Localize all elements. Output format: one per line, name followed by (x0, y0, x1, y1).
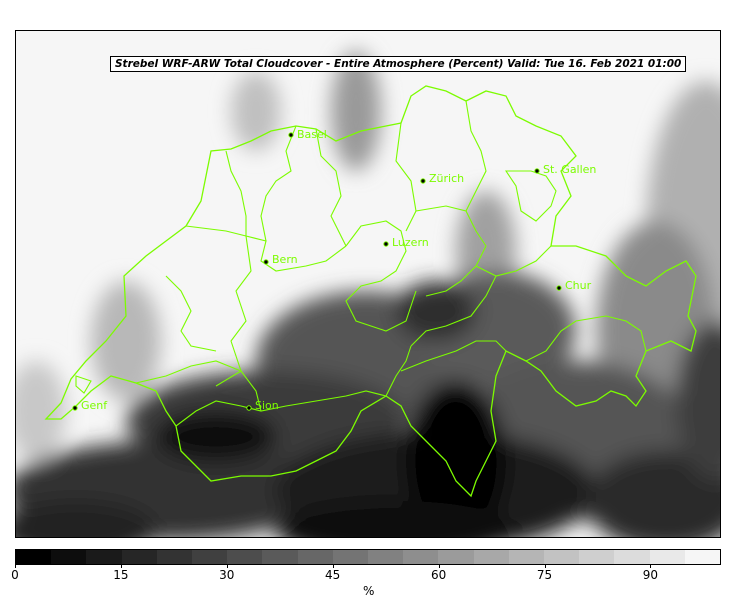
colorbar-segment (403, 550, 439, 564)
city-label-basel: Basel (297, 128, 327, 141)
city-label-luzern: Luzern (392, 236, 429, 249)
colorbar-tick-label: 60 (430, 568, 447, 582)
colorbar-segment (16, 550, 52, 564)
colorbar (15, 549, 721, 565)
colorbar-segment (51, 550, 87, 564)
colorbar-segment (368, 550, 404, 564)
colorbar-segment (86, 550, 122, 564)
map-title: Strebel WRF-ARW Total Cloudcover - Entir… (110, 56, 687, 72)
colorbar-tick-label: 45 (325, 568, 341, 582)
city-label-zurich: Zürich (429, 172, 464, 185)
colorbar-tick-label: 90 (642, 568, 659, 582)
colorbar-segment (156, 550, 193, 564)
city-label-genf: Genf (81, 399, 108, 412)
colorbar-segment (192, 550, 228, 564)
city-label-sion: Sion (255, 399, 279, 412)
city-label-chur: Chur (565, 279, 592, 292)
city-st-gallen: St. Gallen (534, 163, 596, 176)
colorbar-segment (544, 550, 580, 564)
city-label-st-gallen: St. Gallen (543, 163, 596, 176)
colorbar-segment (438, 550, 474, 564)
colorbar-segment (508, 550, 545, 564)
cloudcover-map: Basel Zürich St. Gallen Luzern Bern Chur (15, 30, 721, 538)
colorbar-unit-label: % (363, 584, 375, 598)
map-canvas: Basel Zürich St. Gallen Luzern Bern Chur (16, 31, 720, 537)
city-label-bern: Bern (272, 253, 298, 266)
colorbar-segment (614, 550, 650, 564)
colorbar-segment (473, 550, 509, 564)
colorbar-segment (297, 550, 333, 564)
colorbar-segment (121, 550, 157, 564)
colorbar-tick-label: 30 (219, 568, 235, 582)
colorbar-segment (579, 550, 615, 564)
colorbar-segment (649, 550, 685, 564)
colorbar-segment (332, 550, 369, 564)
colorbar-segment (227, 550, 263, 564)
colorbar-tick-label: 0 (11, 568, 19, 582)
colorbar-segment (262, 550, 298, 564)
colorbar-tick-label: 15 (113, 568, 129, 582)
colorbar-tick-label: 75 (536, 568, 553, 582)
colorbar-segment (684, 550, 721, 564)
